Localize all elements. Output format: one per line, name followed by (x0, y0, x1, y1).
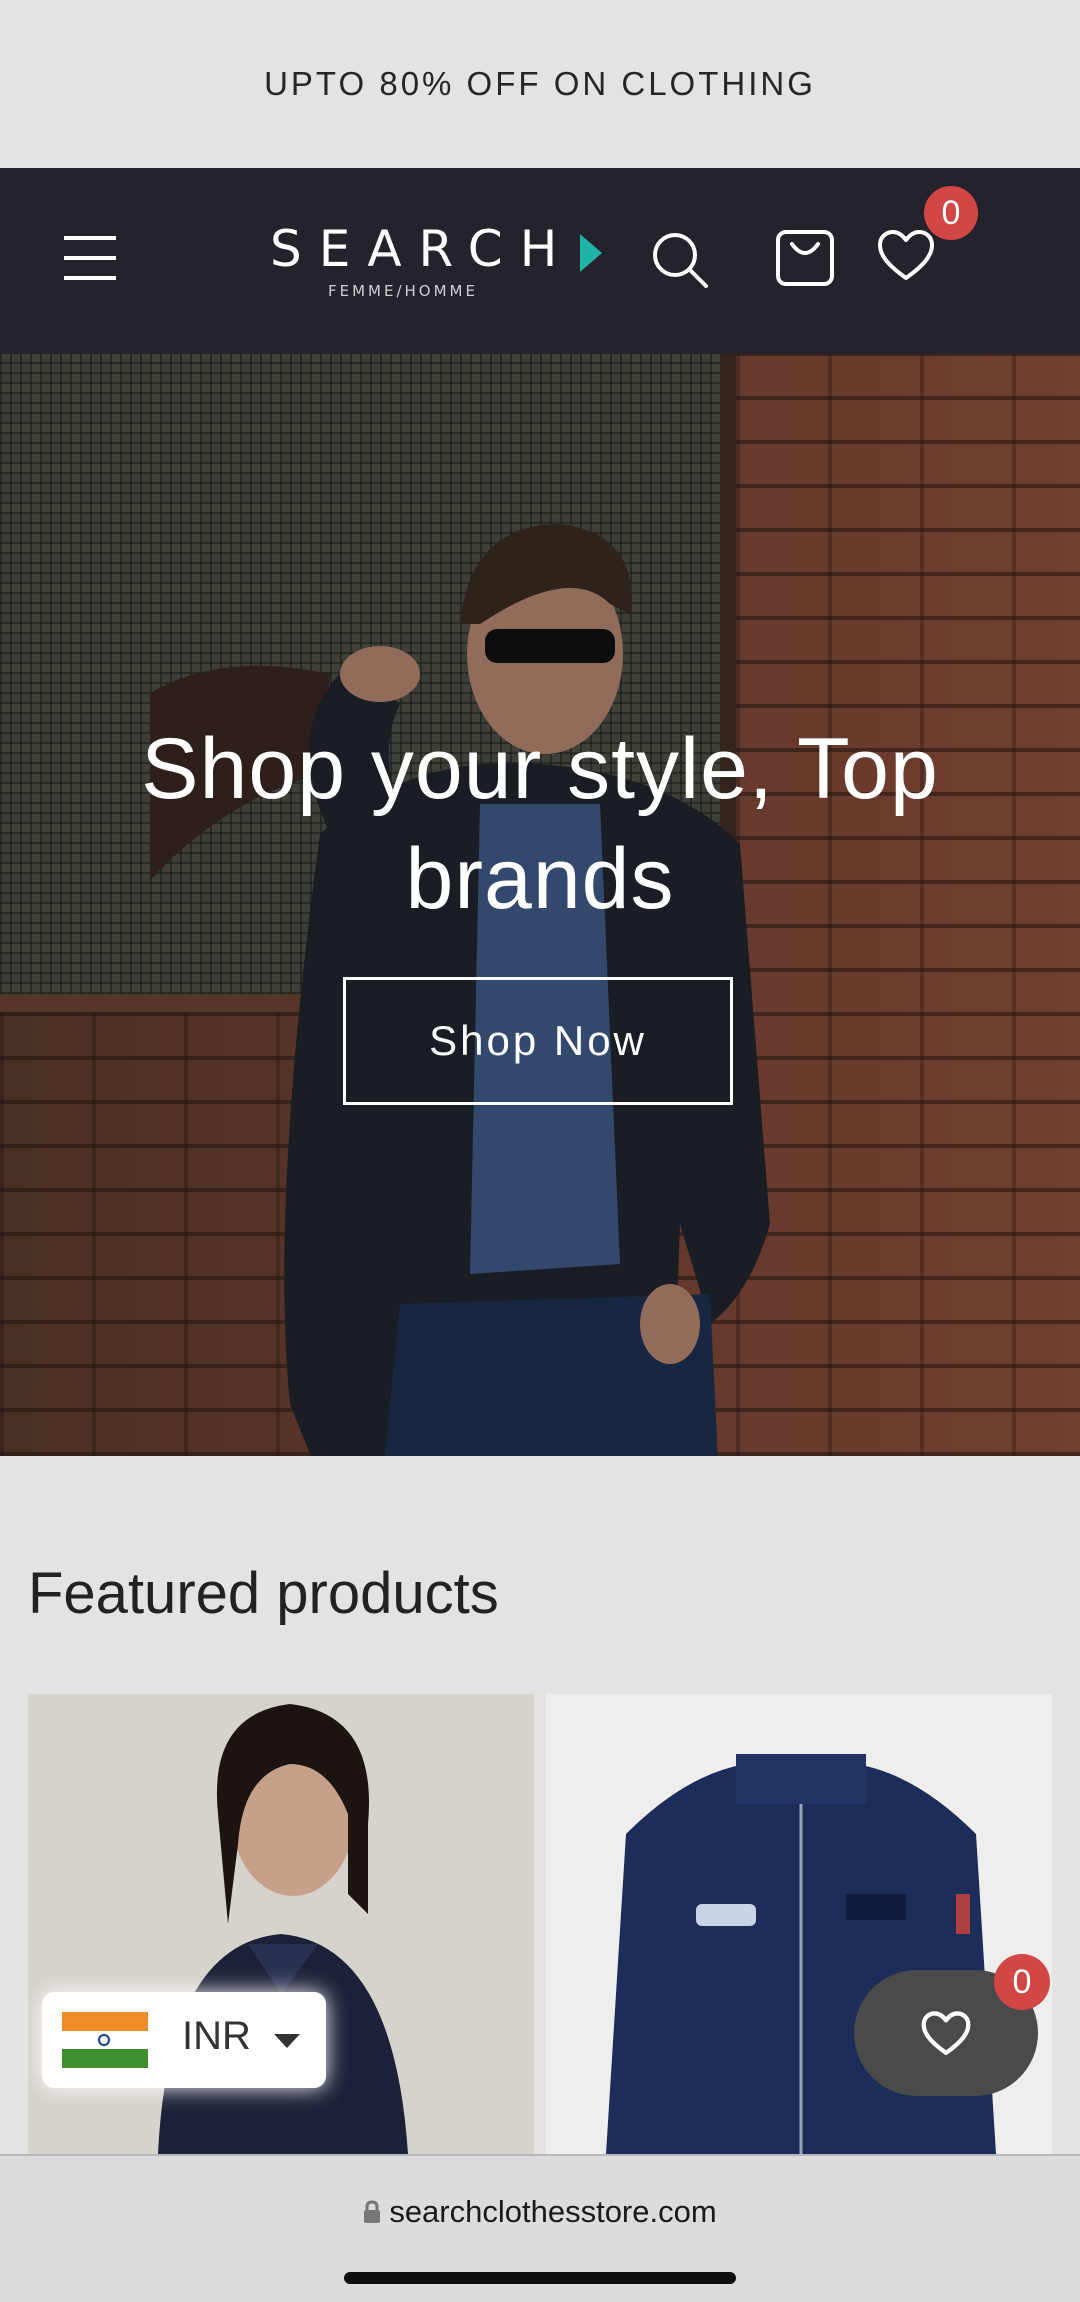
home-indicator[interactable] (344, 2272, 736, 2284)
floating-wishlist-count-badge: 0 (994, 1954, 1050, 2010)
url-text: searchclothesstore.com (389, 2194, 717, 2229)
wishlist-button[interactable]: 0 (876, 186, 978, 288)
featured-products-heading: Featured products (28, 1561, 499, 1626)
store-logo[interactable]: SEARCH FEMME/HOMME (270, 220, 602, 304)
announcement-text: UPTO 80% OFF ON CLOTHING (264, 65, 816, 102)
menu-button[interactable] (60, 228, 136, 298)
announcement-bar: UPTO 80% OFF ON CLOTHING (0, 0, 1080, 168)
url-field[interactable]: searchclothesstore.com (0, 2194, 1080, 2230)
floating-wishlist-button[interactable]: 0 (854, 1954, 1050, 2096)
heart-icon (878, 230, 934, 280)
currency-selector[interactable]: INR (42, 1992, 326, 2088)
browser-address-bar: searchclothesstore.com (0, 2154, 1080, 2302)
logo-triangle-icon (580, 234, 602, 272)
wishlist-count-badge: 0 (924, 186, 978, 240)
cart-button[interactable] (772, 224, 838, 290)
hero-banner: Shop your style, Top brands Shop Now (0, 354, 1080, 1456)
search-button[interactable] (648, 228, 712, 292)
logo-subtext: FEMME/HOMME (328, 282, 478, 300)
lock-icon (364, 2200, 381, 2223)
india-flag-icon (62, 2012, 148, 2068)
hero-heading: Shop your style, Top brands (141, 721, 939, 927)
logo-wordmark: SEARCH (270, 220, 575, 278)
hamburger-icon (64, 236, 116, 280)
heart-icon (921, 2011, 971, 2055)
search-icon (653, 233, 708, 288)
shopping-bag-icon (776, 230, 834, 286)
caret-down-icon (274, 2034, 300, 2048)
currency-code: INR (182, 2014, 251, 2058)
shop-now-button[interactable]: Shop Now (343, 977, 733, 1105)
site-header: SEARCH FEMME/HOMME 0 (0, 168, 1080, 354)
